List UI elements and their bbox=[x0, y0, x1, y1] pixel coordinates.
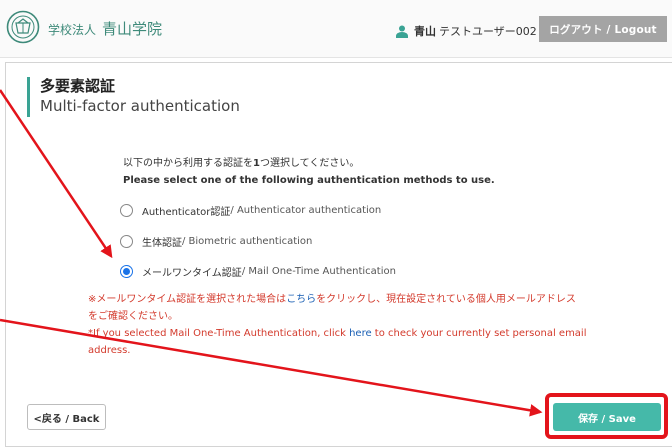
authenticator-radio[interactable] bbox=[120, 204, 133, 217]
back-button[interactable]: <戻る / Back bbox=[27, 404, 106, 430]
option-mail-ja: メールワンタイム認証 bbox=[142, 268, 242, 279]
instructions-ja-before: 以下の中から利用する認証を bbox=[123, 158, 253, 169]
user-info: 青山 テストユーザー002 bbox=[396, 23, 537, 39]
instructions-ja-count: 1 bbox=[253, 158, 260, 169]
org-kind: 学校法人 bbox=[48, 23, 97, 37]
notice-ja-line1: ※メールワンタイム認証を選択された場合はこちらをクリックし、現在設定されている個… bbox=[88, 291, 608, 308]
logout-button[interactable]: ログアウト / Logout bbox=[539, 16, 667, 42]
notice-link-ja[interactable]: こちら bbox=[286, 294, 316, 305]
school-crest-icon bbox=[6, 10, 40, 44]
instructions-en: Please select one of the following authe… bbox=[123, 175, 495, 186]
instructions-ja-after: つ選択してください。 bbox=[259, 158, 360, 169]
notice-ja-after: をクリックし、現在設定されている個人用メールアドレス bbox=[316, 294, 576, 305]
notice-link-en[interactable]: here bbox=[349, 328, 372, 339]
instructions: 以下の中から利用する認証を1つ選択してください。 Please select o… bbox=[123, 155, 495, 189]
biometric-radio[interactable] bbox=[120, 235, 133, 248]
notice-ja-line2: をご確認ください。 bbox=[88, 311, 178, 322]
page-title-en: Multi-factor authentication bbox=[40, 97, 240, 115]
user-name: 青山 bbox=[414, 25, 436, 38]
option-authenticator[interactable]: Authenticator認証 / Authenticator authenti… bbox=[120, 203, 381, 218]
notice-ja-before: ※メールワンタイム認証を選択された場合は bbox=[88, 294, 287, 305]
notice-en-before: *If you selected Mail One-Time Authentic… bbox=[88, 328, 350, 339]
option-mail-one-time[interactable]: メールワンタイム認証 / Mail One-Time Authenticatio… bbox=[120, 264, 396, 279]
notice-en-line1: *If you selected Mail One-Time Authentic… bbox=[88, 325, 608, 342]
instructions-ja: 以下の中から利用する認証を1つ選択してください。 bbox=[123, 155, 495, 172]
option-biometric-en: / Biometric authentication bbox=[182, 236, 313, 247]
option-mail-en: / Mail One-Time Authentication bbox=[241, 266, 396, 277]
page-title: 多要素認証 Multi-factor authentication bbox=[27, 77, 240, 117]
organization-name: 学校法人 青山学院 bbox=[48, 18, 162, 39]
mail-one-time-radio[interactable] bbox=[120, 265, 133, 278]
notice-en-line2: address. bbox=[88, 345, 131, 356]
option-biometric-ja: 生体認証 bbox=[142, 238, 182, 249]
user-name-rest: テストユーザー002 bbox=[439, 25, 537, 38]
content-panel bbox=[5, 62, 672, 447]
option-biometric[interactable]: 生体認証 / Biometric authentication bbox=[120, 234, 312, 249]
mail-auth-notice: ※メールワンタイム認証を選択された場合はこちらをクリックし、現在設定されている個… bbox=[88, 291, 608, 359]
option-authenticator-en: / Authenticator authentication bbox=[230, 205, 382, 216]
org-name: 青山学院 bbox=[102, 20, 163, 38]
save-button[interactable]: 保存 / Save bbox=[553, 403, 661, 431]
user-icon bbox=[396, 25, 408, 38]
notice-en-after: to check your currently set personal ema… bbox=[371, 328, 587, 339]
option-authenticator-ja: Authenticator認証 bbox=[142, 207, 231, 218]
header-bar: 学校法人 青山学院 青山 テストユーザー002 ログアウト / Logout bbox=[0, 0, 672, 58]
page-title-ja: 多要素認証 bbox=[40, 77, 116, 95]
